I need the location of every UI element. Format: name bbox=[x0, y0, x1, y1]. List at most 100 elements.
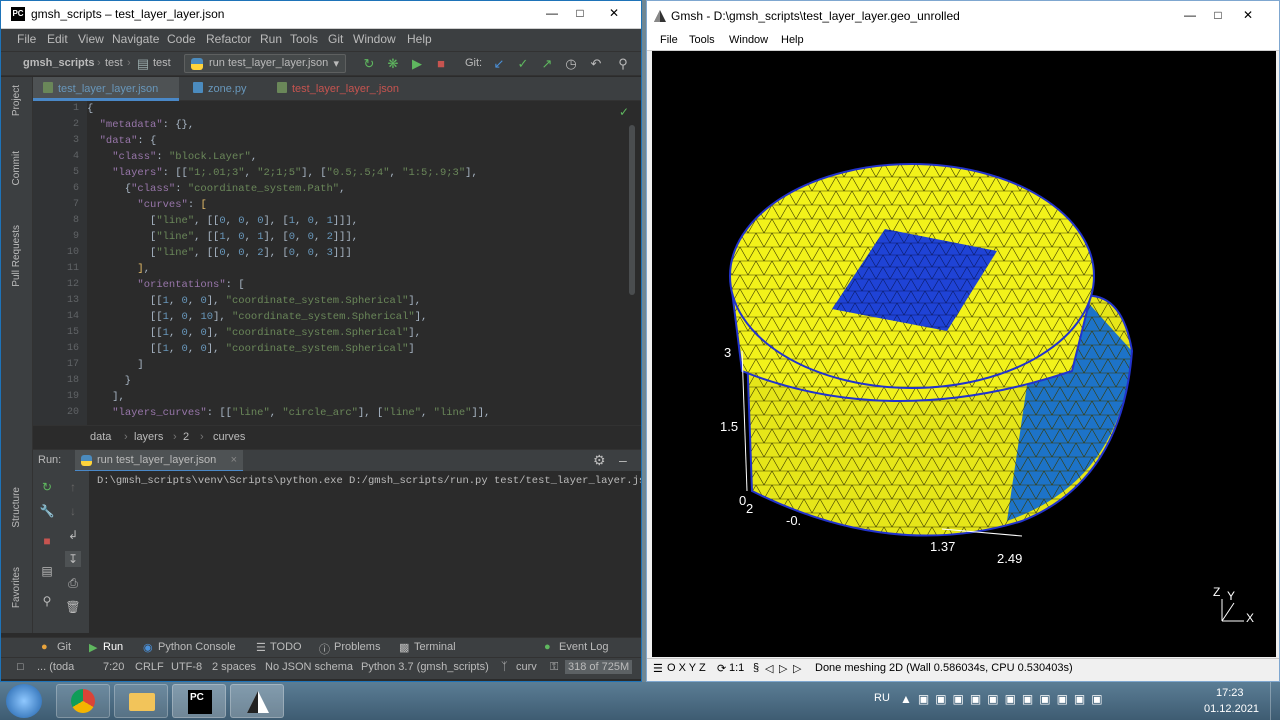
rerun-icon[interactable]: ↻ bbox=[39, 479, 55, 495]
play-back-icon[interactable]: ◁ bbox=[765, 662, 773, 675]
hide-panel-icon[interactable]: – bbox=[619, 452, 627, 468]
close-icon[interactable]: ✕ bbox=[1235, 5, 1261, 25]
play-icon[interactable]: ▷ bbox=[779, 662, 787, 675]
minimize-icon[interactable]: — bbox=[539, 3, 565, 23]
gmsh-menu-file[interactable]: File bbox=[660, 34, 678, 46]
menu-view[interactable]: View bbox=[78, 32, 104, 46]
scroll-down-icon[interactable]: ↓ bbox=[65, 503, 81, 519]
status-task[interactable]: ... (toda bbox=[37, 661, 74, 673]
git-push-icon[interactable]: ↗ bbox=[539, 56, 555, 72]
status-schema[interactable]: No JSON schema bbox=[265, 661, 353, 673]
scroll-up-icon[interactable]: ↑ bbox=[65, 479, 81, 495]
lock-icon[interactable]: ⚿ bbox=[550, 661, 558, 674]
start-button[interactable] bbox=[6, 684, 42, 718]
menu-git[interactable]: Git bbox=[328, 32, 343, 46]
tool-commit[interactable]: Commit bbox=[11, 151, 22, 185]
inspection-ok-icon[interactable]: ✓ bbox=[619, 105, 629, 119]
breadcrumb-folder[interactable]: test bbox=[105, 57, 123, 69]
wrench-icon[interactable]: 🔧 bbox=[39, 503, 55, 519]
tool-terminal[interactable]: Terminal bbox=[414, 641, 456, 653]
menu-tools[interactable]: Tools bbox=[290, 32, 318, 46]
pin-icon[interactable]: ⚲ bbox=[39, 593, 55, 609]
gear-icon[interactable]: ⚙ bbox=[593, 452, 606, 469]
menu-navigate[interactable]: Navigate bbox=[112, 32, 159, 46]
menu-edit[interactable]: Edit bbox=[47, 32, 68, 46]
rotate-icon[interactable]: ⟳ bbox=[717, 662, 726, 675]
minimize-icon[interactable]: — bbox=[1177, 5, 1203, 25]
run-config-selector[interactable]: run test_layer_layer.json ▾ bbox=[184, 54, 346, 73]
stop-icon[interactable]: ■ bbox=[39, 533, 55, 549]
crumb-data[interactable]: data bbox=[90, 431, 111, 443]
editor-scrollbar[interactable] bbox=[629, 125, 635, 295]
status-interpreter[interactable]: Python 3.7 (gmsh_scripts) bbox=[361, 661, 489, 673]
tool-pull-requests[interactable]: Pull Requests bbox=[11, 225, 22, 287]
language-indicator[interactable]: RU bbox=[874, 692, 890, 704]
gmsh-menu-window[interactable]: Window bbox=[729, 34, 768, 46]
taskbar-explorer[interactable] bbox=[114, 684, 168, 718]
tool-git[interactable]: Git bbox=[57, 641, 71, 653]
close-tab-icon[interactable]: × bbox=[231, 454, 237, 466]
tab-test-layer-layer-alt[interactable]: test_layer_layer_.json bbox=[273, 77, 463, 101]
menu-window[interactable]: Window bbox=[353, 32, 396, 46]
crumb-index[interactable]: 2 bbox=[183, 431, 189, 443]
tool-python-console[interactable]: Python Console bbox=[158, 641, 236, 653]
crumb-curves[interactable]: curves bbox=[213, 431, 245, 443]
run-tab[interactable]: run test_layer_layer.json × bbox=[75, 450, 243, 472]
tab-test-layer-layer[interactable]: test_layer_layer.json bbox=[33, 77, 179, 101]
clock-time[interactable]: 17:23 bbox=[1216, 687, 1244, 699]
taskbar-pycharm[interactable]: PC bbox=[172, 684, 226, 718]
clock-date[interactable]: 01.12.2021 bbox=[1204, 703, 1259, 715]
play-forward-icon[interactable]: ▷ bbox=[793, 662, 801, 675]
tool-problems[interactable]: Problems bbox=[334, 641, 380, 653]
git-update-icon[interactable]: ↙ bbox=[491, 56, 507, 72]
snapshot-icon[interactable]: § bbox=[753, 662, 759, 674]
trash-icon[interactable]: 🗑 bbox=[65, 599, 81, 615]
tool-project[interactable]: Project bbox=[11, 85, 22, 116]
close-icon[interactable]: ✕ bbox=[601, 3, 627, 23]
menu-run[interactable]: Run bbox=[260, 32, 282, 46]
stop-icon[interactable]: ■ bbox=[433, 56, 449, 72]
debug-icon[interactable]: ❋ bbox=[385, 56, 401, 72]
layout-icon[interactable]: ▤ bbox=[39, 563, 55, 579]
maximize-icon[interactable]: □ bbox=[1205, 5, 1231, 25]
menu-help[interactable]: Help bbox=[407, 32, 432, 46]
coverage-icon[interactable]: ▶ bbox=[409, 56, 425, 72]
menu-code[interactable]: Code bbox=[167, 32, 196, 46]
tool-run[interactable]: Run bbox=[103, 641, 123, 653]
gmsh-3d-viewport[interactable]: 3 1.5 0 2 -0. 1.37 2.49 Z Y X bbox=[652, 51, 1276, 657]
tab-zone-py[interactable]: zone.py bbox=[189, 77, 273, 101]
print-icon[interactable]: ⎙ bbox=[65, 575, 81, 591]
status-indent[interactable]: 2 spaces bbox=[212, 661, 256, 673]
menu-file[interactable]: File bbox=[17, 32, 36, 46]
scale-button[interactable]: 1:1 bbox=[729, 662, 744, 674]
view-axis-buttons[interactable]: O X Y Z bbox=[667, 662, 706, 674]
git-commit-icon[interactable]: ✓ bbox=[515, 56, 531, 72]
menu-toggle-icon[interactable]: ☰ bbox=[653, 662, 663, 675]
tray-icons[interactable]: ▲▣▣▣▣▣▣▣▣▣▣▣ bbox=[900, 692, 1109, 706]
rollback-icon[interactable]: ↶ bbox=[588, 56, 604, 72]
breadcrumb-project[interactable]: gmsh_scripts bbox=[23, 57, 95, 69]
scroll-to-end-icon[interactable]: ↧ bbox=[65, 551, 81, 567]
menu-refactor[interactable]: Refactor bbox=[206, 32, 251, 46]
run-console[interactable]: D:\gmsh_scripts\venv\Scripts\python.exe … bbox=[89, 471, 641, 633]
tool-event-log[interactable]: Event Log bbox=[559, 641, 609, 653]
breadcrumb-subfolder[interactable]: test bbox=[153, 57, 171, 69]
show-desktop-button[interactable] bbox=[1270, 682, 1280, 720]
status-caret[interactable]: 7:20 bbox=[103, 661, 124, 673]
search-icon[interactable]: ⚲ bbox=[615, 56, 631, 72]
gmsh-menu-help[interactable]: Help bbox=[781, 34, 804, 46]
rerun-icon[interactable]: ↻ bbox=[361, 56, 377, 72]
maximize-icon[interactable]: □ bbox=[567, 3, 593, 23]
status-toggle-icon[interactable]: □ bbox=[17, 661, 24, 673]
status-branch[interactable]: curv bbox=[516, 661, 537, 673]
status-encoding[interactable]: UTF-8 bbox=[171, 661, 202, 673]
history-icon[interactable]: ◷ bbox=[563, 56, 579, 72]
tool-favorites[interactable]: Favorites bbox=[11, 567, 22, 608]
taskbar-gmsh[interactable] bbox=[230, 684, 284, 718]
status-memory[interactable]: 318 of 725M bbox=[565, 660, 633, 674]
tool-todo[interactable]: TODO bbox=[270, 641, 302, 653]
taskbar-chrome[interactable] bbox=[56, 684, 110, 718]
gmsh-menu-tools[interactable]: Tools bbox=[689, 34, 715, 46]
soft-wrap-icon[interactable]: ↲ bbox=[65, 527, 81, 543]
crumb-layers[interactable]: layers bbox=[134, 431, 163, 443]
